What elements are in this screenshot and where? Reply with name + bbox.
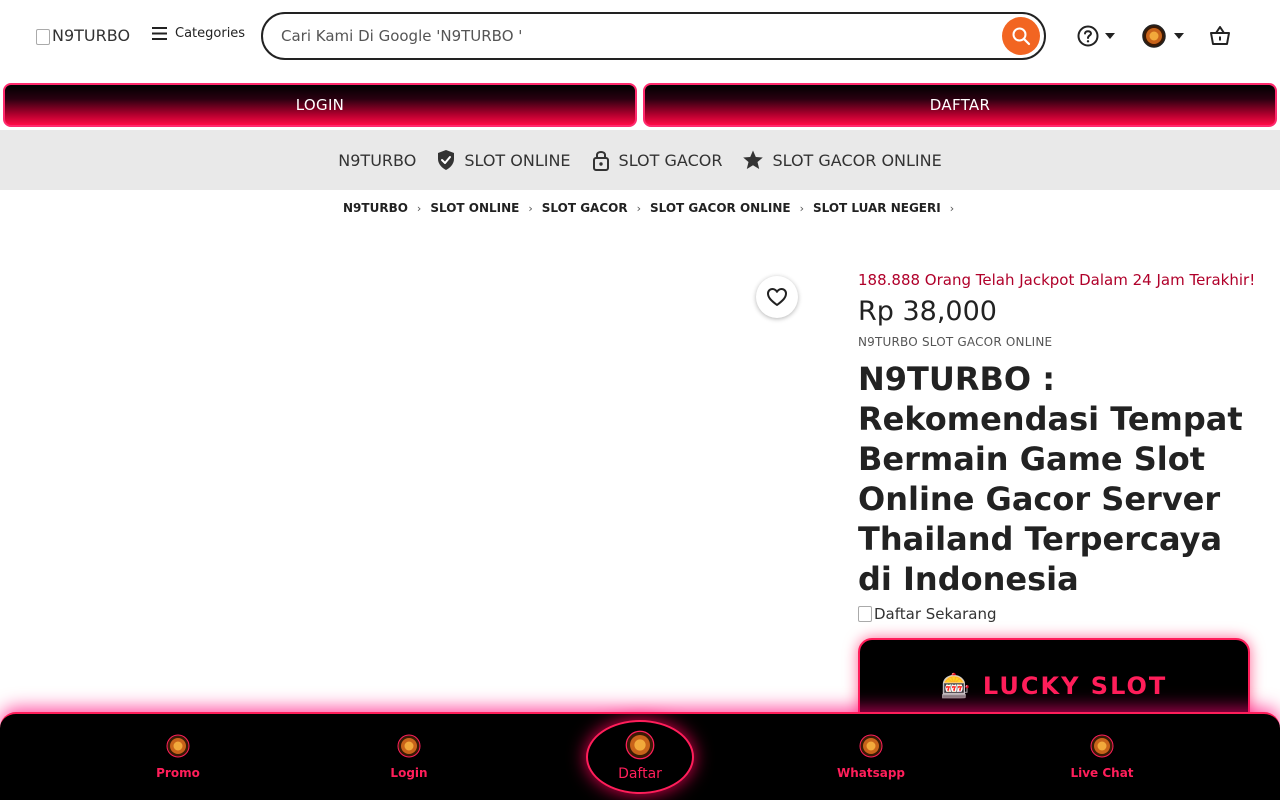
bottom-nav-promo[interactable]: Promo bbox=[128, 734, 228, 780]
logo-alt-text: N9TURBO bbox=[52, 26, 131, 45]
promo-text: 188.888 Orang Telah Jackpot Dalam 24 Jam… bbox=[858, 271, 1256, 289]
breadcrumb-link[interactable]: SLOT GACOR ONLINE bbox=[650, 201, 791, 215]
breadcrumb-link[interactable]: SLOT ONLINE bbox=[430, 201, 519, 215]
broken-image-icon bbox=[36, 28, 50, 45]
help-icon bbox=[1077, 25, 1099, 47]
bottom-nav-label: Promo bbox=[156, 766, 200, 780]
chevron-right-icon: › bbox=[416, 201, 422, 215]
slot-coin-icon bbox=[625, 730, 655, 760]
lock-icon bbox=[592, 151, 609, 171]
cart-button[interactable] bbox=[1209, 25, 1231, 51]
nav-item-label: SLOT GACOR bbox=[618, 150, 723, 170]
slot-coin-icon bbox=[859, 734, 883, 758]
chevron-right-icon: › bbox=[949, 201, 955, 215]
bottom-nav-live-chat[interactable]: Live Chat bbox=[1052, 734, 1152, 780]
product-title: N9TURBO : Rekomendasi Tempat Bermain Gam… bbox=[858, 360, 1243, 598]
bottom-nav-label: Login bbox=[390, 766, 428, 780]
daftar-sekarang-image[interactable]: Daftar Sekarang bbox=[858, 605, 1258, 623]
caret-down-icon bbox=[1105, 33, 1115, 39]
product-subtitle: N9TURBO SLOT GACOR ONLINE bbox=[858, 335, 1053, 349]
slot-coin-icon bbox=[166, 734, 190, 758]
nav-item-slot-gacor-online[interactable]: SLOT GACOR ONLINE bbox=[742, 149, 942, 171]
bottom-nav-label: Live Chat bbox=[1070, 766, 1134, 780]
header: N9TURBO Categories bbox=[0, 0, 1280, 72]
search-bar bbox=[261, 12, 1046, 60]
flag-icon bbox=[1142, 24, 1166, 48]
favorite-button[interactable] bbox=[756, 276, 798, 318]
nav-item-label: SLOT GACOR ONLINE bbox=[772, 150, 942, 170]
slot-coin-icon bbox=[397, 734, 421, 758]
search-icon bbox=[1012, 27, 1031, 46]
heart-icon bbox=[767, 288, 787, 306]
shopping-basket-icon bbox=[1210, 26, 1230, 45]
nav-item-n9turbo[interactable]: N9TURBO bbox=[338, 151, 416, 170]
language-menu[interactable] bbox=[1142, 24, 1184, 48]
product-price: Rp 38,000 bbox=[858, 296, 997, 327]
breadcrumb-link[interactable]: SLOT LUAR NEGERI bbox=[813, 201, 941, 215]
slot-coin-icon bbox=[1090, 734, 1114, 758]
login-button[interactable]: LOGIN bbox=[3, 83, 637, 127]
category-nav: N9TURBO SLOT ONLINE SLOT GACOR SLOT GACO… bbox=[0, 130, 1280, 190]
breadcrumb-link[interactable]: N9TURBO bbox=[343, 201, 408, 215]
shield-check-icon bbox=[438, 150, 455, 170]
bottom-nav-login[interactable]: Login bbox=[359, 734, 459, 780]
bottom-nav-whatsapp[interactable]: Whatsapp bbox=[821, 734, 921, 780]
chevron-right-icon: › bbox=[636, 201, 641, 215]
categories-button[interactable]: Categories bbox=[152, 26, 245, 41]
categories-label: Categories bbox=[175, 26, 246, 41]
bottom-nav-daftar[interactable]: Daftar bbox=[586, 720, 694, 794]
breadcrumb: N9TURBO › SLOT ONLINE › SLOT GACOR › SLO… bbox=[343, 201, 963, 215]
bottom-nav-label: Daftar bbox=[618, 766, 662, 782]
menu-icon bbox=[152, 27, 167, 40]
star-icon bbox=[743, 150, 764, 169]
site-logo[interactable]: N9TURBO bbox=[36, 26, 130, 45]
search-input[interactable] bbox=[281, 27, 981, 45]
nav-item-label: SLOT ONLINE bbox=[464, 150, 571, 170]
product-info: 188.888 Orang Telah Jackpot Dalam 24 Jam… bbox=[858, 270, 1258, 623]
nav-item-label: N9TURBO bbox=[338, 150, 417, 170]
chevron-right-icon: › bbox=[528, 201, 533, 215]
nav-item-slot-online[interactable]: SLOT ONLINE bbox=[436, 149, 571, 171]
breadcrumb-link[interactable]: SLOT GACOR bbox=[542, 201, 628, 215]
chevron-right-icon: › bbox=[799, 201, 804, 215]
daftar-button[interactable]: DAFTAR bbox=[643, 83, 1277, 127]
daftar-image-alt-text: Daftar Sekarang bbox=[874, 605, 997, 623]
search-button[interactable] bbox=[1002, 17, 1040, 55]
bottom-nav-label: Whatsapp bbox=[836, 766, 906, 780]
nav-item-slot-gacor[interactable]: SLOT GACOR bbox=[591, 149, 723, 171]
help-menu[interactable] bbox=[1077, 25, 1115, 47]
broken-image-icon bbox=[858, 606, 872, 622]
caret-down-icon bbox=[1174, 33, 1184, 39]
